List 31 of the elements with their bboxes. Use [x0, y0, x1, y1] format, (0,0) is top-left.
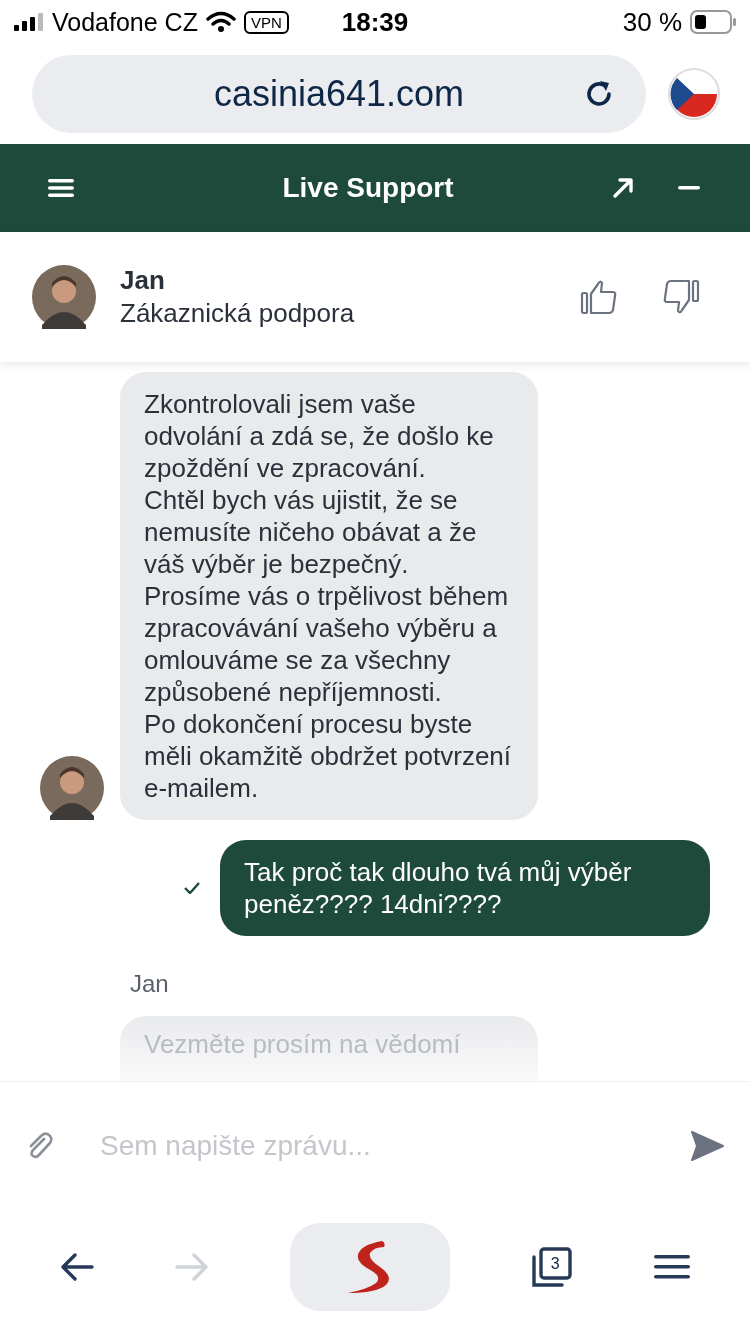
message-bubble: Tak proč tak dlouho tvá můj výběr peněz???? 14dni????	[220, 840, 710, 936]
battery-icon	[690, 10, 736, 34]
wifi-icon	[205, 11, 236, 33]
home-button[interactable]	[290, 1223, 450, 1311]
vpn-badge: VPN	[243, 10, 289, 34]
clock-time: 18:39	[341, 6, 409, 38]
flag-icon[interactable]	[668, 68, 720, 120]
thumbs-up-icon[interactable]	[580, 278, 618, 316]
tab-count: 3	[549, 1253, 561, 1274]
address-bar[interactable]: casinia641.com	[32, 55, 646, 133]
menu-icon[interactable]	[48, 178, 74, 198]
send-icon[interactable]	[690, 1130, 724, 1162]
message-input[interactable]: Sem napište zprávu...	[98, 1129, 646, 1163]
sender-name: Jan	[130, 970, 170, 998]
message-bubble: Zkontrolovali jsem vaše odvolání a zdá se, že došlo ke zpoždění ve zpracování. Chtěl bych vás ujistit, že se nemusíte ničeho obávat a že váš výběr je bezpečný. Prosíme vás o trpělivost během zpracovávání vašeho výběru a omlouváme se za všechny způsobené nepříjemnosti. Po dokončení procesu byste měli okamžitě obdržet potvrzení e-mailem.	[120, 372, 538, 820]
carrier-name: Vodafone CZ	[52, 7, 198, 37]
expand-icon[interactable]	[612, 177, 634, 199]
avatar	[32, 265, 96, 329]
agent-role: Zákaznická podpora	[120, 298, 356, 329]
avatar	[40, 756, 104, 820]
back-arrow-icon[interactable]	[60, 1250, 95, 1284]
menu-icon[interactable]	[653, 1254, 690, 1280]
minimize-icon[interactable]	[678, 186, 700, 190]
chat-title: Live Support	[281, 172, 455, 204]
message-bubble: Vezměte prosím na vědomí	[120, 1016, 538, 1081]
thumbs-down-icon[interactable]	[662, 278, 700, 316]
tabs-stack-icon	[530, 1246, 573, 1288]
signal-icon	[14, 13, 44, 31]
tabs-button[interactable]: 3	[530, 1246, 573, 1288]
agent-name: Jan	[120, 265, 166, 296]
battery-percent: 30 %	[622, 6, 682, 38]
